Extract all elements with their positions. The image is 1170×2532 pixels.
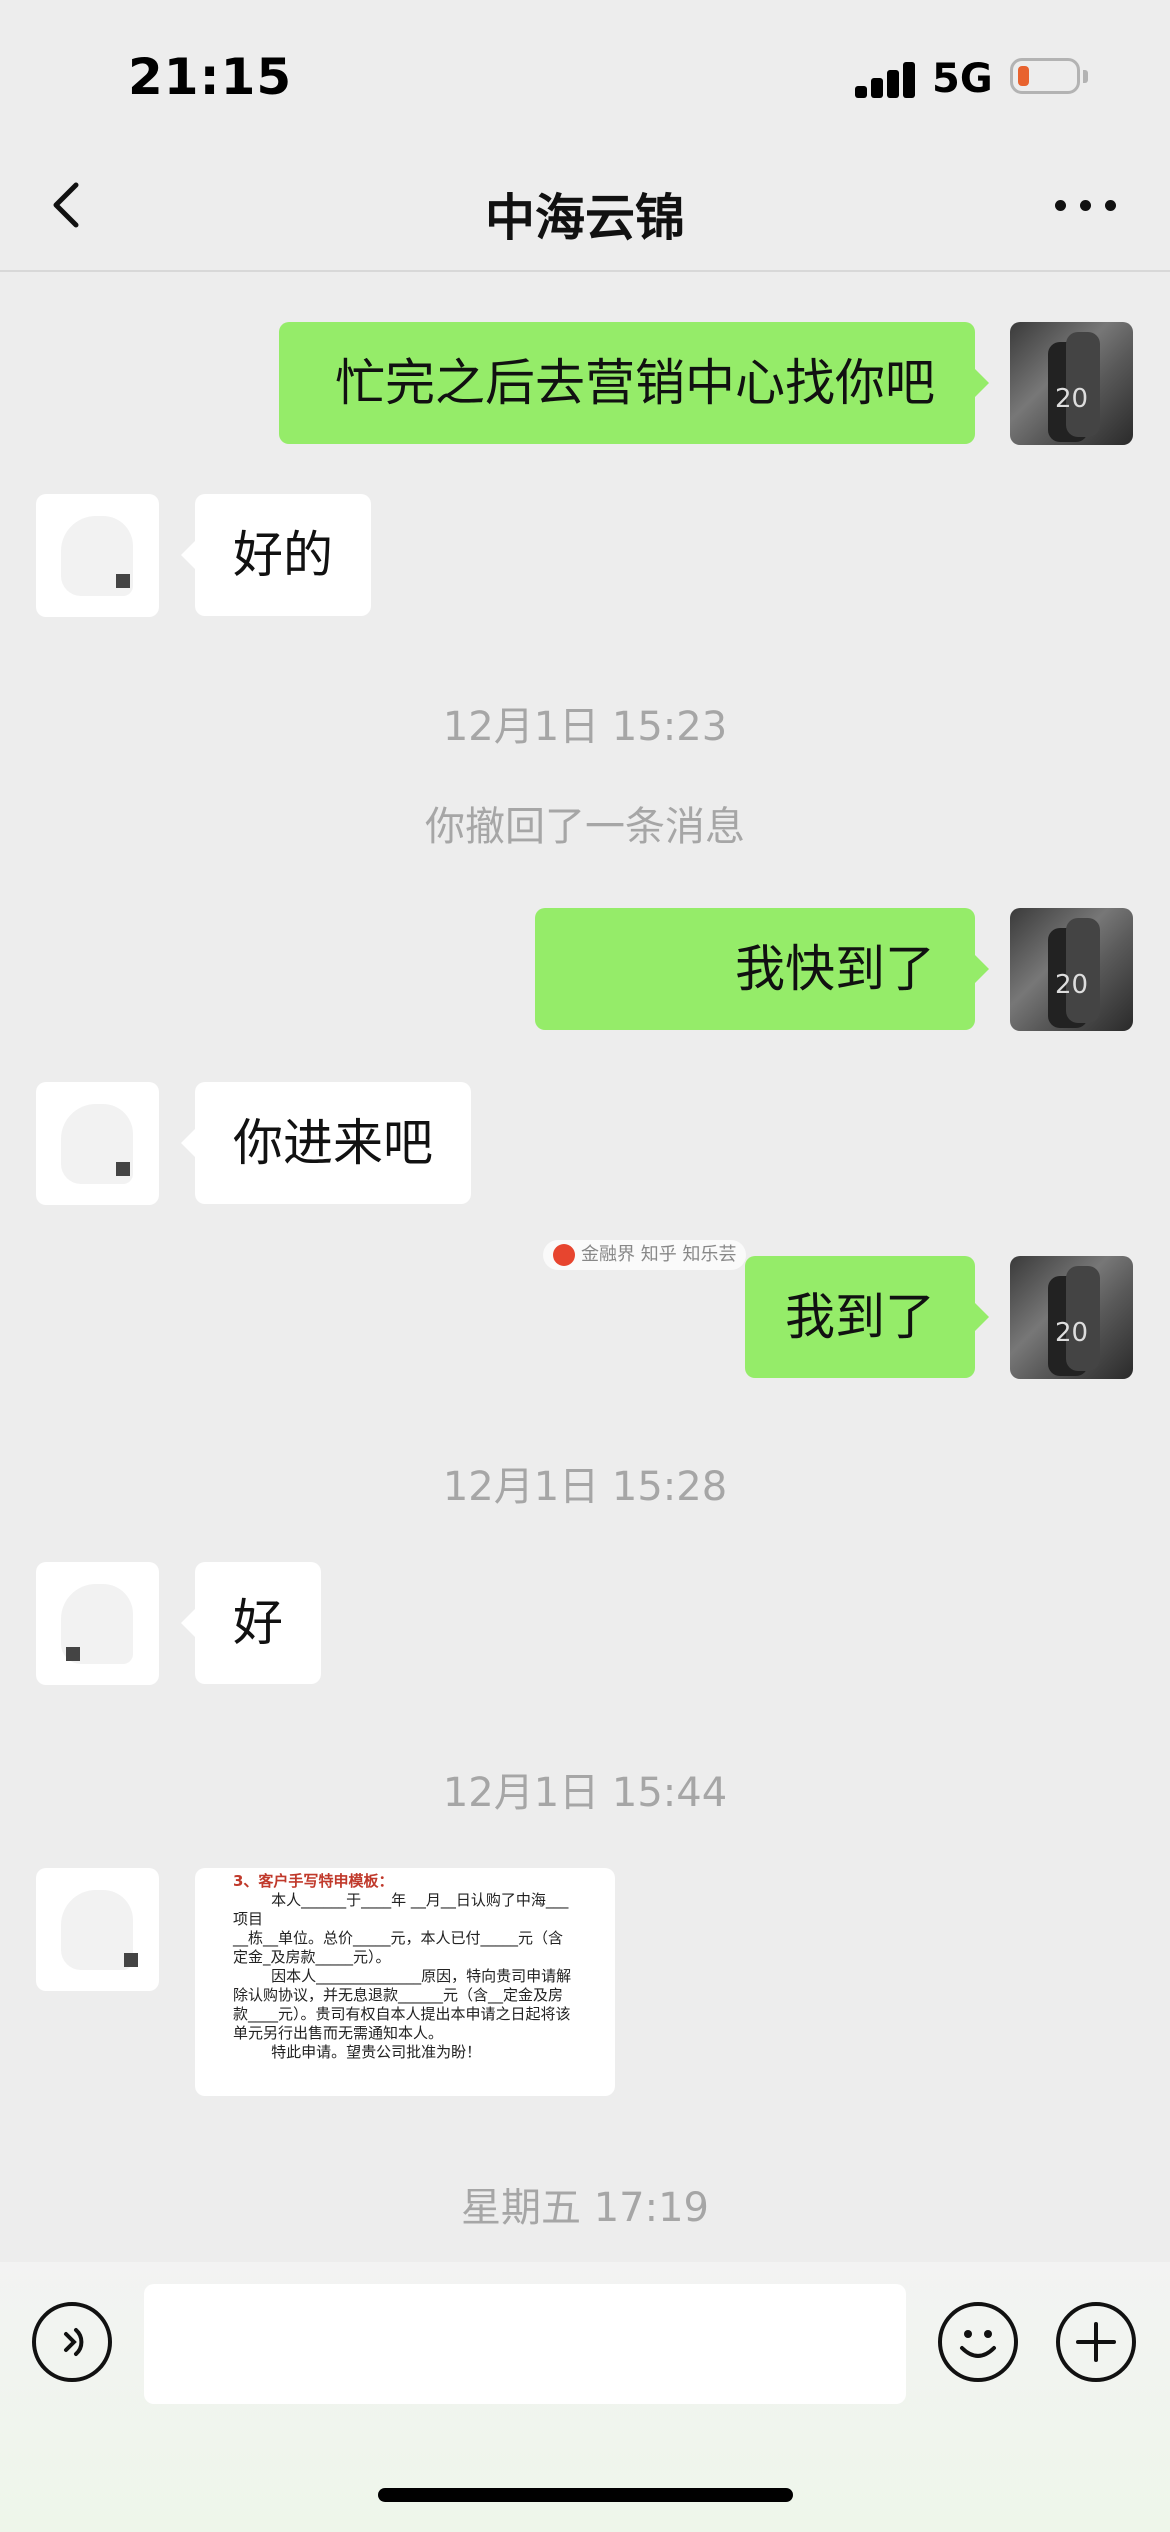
message-bubble-self[interactable]: 我到了: [745, 1256, 989, 1378]
voice-icon[interactable]: [32, 2302, 112, 2382]
battery-tip: [1083, 70, 1088, 83]
message-timestamp: 12月1日 15:44: [442, 1770, 728, 1816]
image-body-text: 本人______于____年 __月__日认购了中海___项目 __栋__单位。…: [233, 1891, 572, 2061]
recall-notice: 你撤回了一条消息: [425, 804, 745, 850]
message-input[interactable]: [144, 2284, 906, 2404]
contact-avatar[interactable]: [36, 494, 159, 617]
contact-avatar[interactable]: [36, 1868, 159, 1991]
network-type: 5G: [932, 56, 993, 102]
message-bubble-self[interactable]: 我快到了: [535, 908, 989, 1030]
message-bubble-other[interactable]: 你进来吧: [181, 1082, 471, 1204]
message-bubble-self[interactable]: 忙完之后去营销中心找你吧: [279, 322, 989, 444]
image-heading: 3、客户手写特申模板：: [233, 1872, 394, 1890]
watermark-text: 金融界 知乎 知乐芸: [581, 1244, 737, 1265]
svg-text:20: 20: [1055, 970, 1088, 1000]
message-timestamp: 12月1日 15:23: [442, 704, 728, 750]
message-timestamp: 12月1日 15:28: [442, 1464, 728, 1510]
watermark-logo-icon: [553, 1244, 575, 1266]
image-message[interactable]: 3、客户手写特申模板： 本人______于____年 __月__日认购了中海__…: [195, 1868, 615, 2096]
contact-avatar[interactable]: [36, 1562, 159, 1685]
self-avatar[interactable]: 20: [1010, 1256, 1133, 1379]
message-bubble-other[interactable]: 好的: [181, 494, 371, 616]
chat-header: 中海云锦: [0, 140, 1170, 272]
svg-text:20: 20: [1055, 1318, 1088, 1348]
svg-text:20: 20: [1055, 384, 1088, 414]
message-timestamp: 星期五 17:19: [461, 2185, 709, 2231]
self-avatar[interactable]: 20: [1010, 908, 1133, 1031]
contact-avatar[interactable]: [36, 1082, 159, 1205]
status-time: 21:15: [128, 48, 293, 106]
self-avatar[interactable]: 20: [1010, 322, 1133, 445]
status-bar: 21:15 5G: [0, 0, 1170, 140]
chat-title: 中海云锦: [485, 189, 685, 247]
message-bubble-other[interactable]: 好: [181, 1562, 321, 1684]
signal-icon: [855, 62, 917, 98]
watermark: 金融界 知乎 知乐芸: [543, 1240, 747, 1270]
emoji-icon[interactable]: [938, 2302, 1018, 2382]
home-indicator[interactable]: [378, 2488, 793, 2502]
battery-icon: [1010, 58, 1080, 94]
plus-icon[interactable]: [1056, 2302, 1136, 2382]
more-icon[interactable]: [1055, 195, 1119, 215]
